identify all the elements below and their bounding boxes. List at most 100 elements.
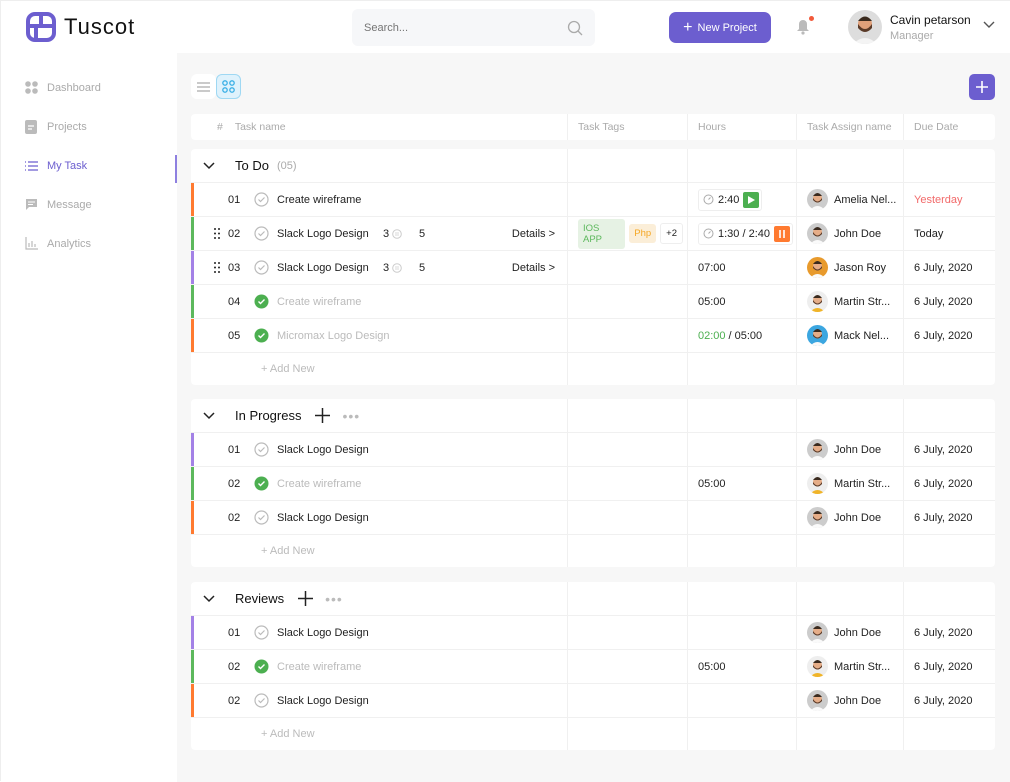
details-link[interactable]: Details > [512,262,555,274]
table-row[interactable]: 05 Micromax Logo Design 02:00/ 05:00 Mack N… [191,318,995,352]
pause-icon [779,229,785,238]
more-options-icon[interactable]: ••• [342,408,360,424]
table-row[interactable]: 02 Create wireframe 05:00 Martin Str... 6 Ju… [191,466,995,500]
add-task-button[interactable] [969,74,995,100]
assignee-cell[interactable]: Mack Nel... [796,319,903,352]
add-task-to-group-icon[interactable] [315,408,331,423]
search-input[interactable] [364,21,544,34]
task-tag[interactable]: Php [629,224,657,243]
comments-count[interactable]: 3 [383,262,415,274]
check-circle-filled-icon[interactable] [254,476,269,491]
group-header: To Do (05) [191,149,995,182]
check-circle-icon[interactable] [254,442,269,457]
details-link[interactable]: Details > [512,228,555,240]
logo[interactable]: Tuscot [26,12,135,42]
check-circle-icon[interactable] [254,192,269,207]
table-row[interactable]: 02 Create wireframe 05:00 Martin Str... 6 Ju… [191,649,995,683]
list-view-button[interactable] [191,74,216,99]
assignee-cell[interactable]: Martin Str... [796,285,903,318]
sidebar-item-projects[interactable]: Projects [1,107,177,146]
table-row[interactable]: 01 Create wireframe 2:40 Amelia Nel... Yeste… [191,182,995,216]
task-name[interactable]: Slack Logo Design [277,262,383,274]
task-name[interactable]: Micromax Logo Design [277,330,390,342]
priority-bar [191,285,194,318]
check-circle-icon[interactable] [254,226,269,241]
play-button[interactable] [743,191,760,208]
check-circle-icon[interactable] [254,625,269,640]
table-row[interactable]: 02 Slack Logo Design 3 5 Details > IOS APP Php… [191,216,995,250]
comments-count[interactable]: 3 [383,228,415,240]
check-circle-icon[interactable] [254,693,269,708]
more-options-icon[interactable]: ••• [325,591,343,607]
assignee-cell[interactable]: John Doe [796,501,903,534]
task-tag[interactable]: +2 [660,223,683,244]
task-name[interactable]: Create wireframe [277,661,383,673]
add-new-button[interactable]: + Add New [191,353,567,385]
top-bar: Tuscot + New Project Cavin petarson Mana… [1,1,1010,53]
sidebar-item-my-task[interactable]: My Task [1,146,177,185]
plus-icon [976,81,988,93]
grid-view-button[interactable] [216,74,241,99]
task-number: 04 [228,295,241,308]
col-task-name: Task name [234,121,286,133]
due-date: 6 July, 2020 [914,511,973,524]
comment-icon [392,262,402,273]
add-new-button[interactable]: + Add New [191,535,567,567]
table-row[interactable]: 01 Slack Logo Design John Doe 6 July, 2020 [191,615,995,649]
group-header: Reviews ••• [191,582,995,615]
assignee-cell[interactable]: Martin Str... [796,467,903,500]
task-name[interactable]: Slack Logo Design [277,228,383,240]
check-circle-icon[interactable] [254,510,269,525]
sidebar-item-message[interactable]: Message [1,185,177,224]
pause-button[interactable] [774,225,790,242]
assignee-cell[interactable]: John Doe [796,616,903,649]
chevron-down-icon[interactable] [203,161,215,170]
add-new-button[interactable]: + Add New [191,718,567,750]
search-box[interactable] [352,9,595,46]
assignee-name: John Doe [834,227,882,240]
drag-handle-icon[interactable] [214,228,220,239]
group-title: Reviews [235,591,285,606]
task-number: 03 [228,261,241,274]
task-group-in-progress: In Progress ••• 01 Slack Logo Design John Do… [191,399,995,567]
drag-handle-icon[interactable] [214,262,220,273]
table-row[interactable]: 02 Slack Logo Design John Doe 6 July, 2020 [191,500,995,534]
task-name[interactable]: Slack Logo Design [277,444,383,456]
assignee-cell[interactable]: John Doe [796,684,903,717]
assignee-cell[interactable]: Jason Roy [796,251,903,284]
sidebar-item-analytics[interactable]: Analytics [1,224,177,263]
task-name[interactable]: Create wireframe [277,296,383,308]
check-circle-filled-icon[interactable] [254,328,269,343]
notification-bell[interactable] [796,16,814,38]
timer-icon [703,194,714,205]
task-name[interactable]: Create wireframe [277,478,383,490]
task-tag[interactable]: IOS APP [578,218,626,249]
table-row[interactable]: 04 Create wireframe 05:00 Martin Str... 6 Ju… [191,284,995,318]
task-name[interactable]: Slack Logo Design [277,627,383,639]
assignee-cell[interactable]: Amelia Nel... [796,183,903,216]
chevron-down-icon[interactable] [983,21,995,29]
check-circle-filled-icon[interactable] [254,659,269,674]
chevron-down-icon[interactable] [203,411,215,420]
assignee-avatar [807,622,828,643]
check-circle-icon[interactable] [254,260,269,275]
task-name[interactable]: Slack Logo Design [277,512,383,524]
search-icon[interactable] [567,20,583,36]
table-row[interactable]: 03 Slack Logo Design 3 5 Details > 07:00 Jason… [191,250,995,284]
assignee-cell[interactable]: Martin Str... [796,650,903,683]
assignee-cell[interactable]: John Doe [796,433,903,466]
task-name[interactable]: Slack Logo Design [277,695,383,707]
add-task-to-group-icon[interactable] [298,591,314,606]
col-due-date: Due Date [903,114,995,140]
chevron-down-icon[interactable] [203,594,215,603]
sidebar-item-dashboard[interactable]: Dashboard [1,68,177,107]
task-name[interactable]: Create wireframe [277,194,383,206]
sidebar-item-label: Dashboard [47,81,101,94]
user-menu[interactable]: Cavin petarson Manager [848,10,971,44]
new-project-button[interactable]: + New Project [669,12,771,43]
table-row[interactable]: 01 Slack Logo Design John Doe 6 July, 2020 [191,432,995,466]
message-icon [25,198,39,211]
assignee-cell[interactable]: John Doe [796,217,903,250]
table-row[interactable]: 02 Slack Logo Design John Doe 6 July, 2020 [191,683,995,717]
check-circle-filled-icon[interactable] [254,294,269,309]
